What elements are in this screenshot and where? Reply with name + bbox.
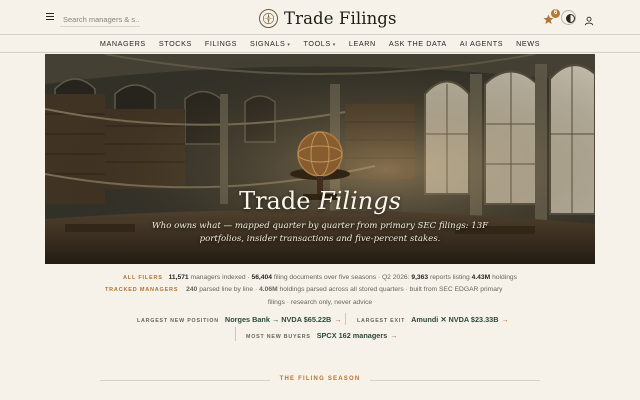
movers-panel: LARGEST NEW POSITION Norges Bank → NVDA $… bbox=[0, 313, 640, 343]
main-nav: MANAGERS STOCKS FILINGS SIGNALS ▾ TOOLS ▾ LEARN… bbox=[0, 34, 640, 53]
nav-item-ask-the-data[interactable]: ASK THE DATA bbox=[389, 39, 447, 48]
largest-new-position[interactable]: LARGEST NEW POSITION Norges Bank → NVDA $… bbox=[137, 315, 342, 324]
search-input[interactable] bbox=[60, 11, 140, 24]
nav-item-news[interactable]: NEWS bbox=[516, 39, 540, 48]
search-box[interactable] bbox=[60, 9, 140, 27]
nav-item-tools[interactable]: TOOLS ▾ bbox=[304, 39, 336, 48]
compass-icon bbox=[259, 8, 278, 28]
filing-season-title: THE FILING SEASON bbox=[279, 376, 361, 382]
site-logo[interactable]: Trade Filings bbox=[259, 8, 397, 28]
nav-item-signals[interactable]: SIGNALS ▾ bbox=[250, 39, 290, 48]
most-new-buyers[interactable]: MOST NEW BUYERS SPCX 162 managers → bbox=[246, 331, 398, 340]
stats-row-all-filers: ALL FILERS 11,571 managers indexed · 56,… bbox=[123, 274, 517, 281]
nav-item-managers[interactable]: MANAGERS bbox=[100, 39, 146, 48]
hero-subtitle: Who owns what — mapped quarter by quarte… bbox=[151, 221, 489, 244]
all-filers-label: ALL FILERS bbox=[123, 275, 163, 281]
hero-banner: Trade Filings Who owns what — mapped qua… bbox=[45, 54, 595, 264]
site-header: Trade Filings 6 bbox=[0, 0, 640, 34]
nav-item-learn[interactable]: LEARN bbox=[349, 39, 376, 48]
hero-title: Trade Filings bbox=[239, 187, 401, 215]
filing-season-header: THE FILING SEASON bbox=[0, 375, 640, 387]
notification-badge: 6 bbox=[551, 9, 560, 18]
theme-toggle-icon[interactable] bbox=[561, 10, 576, 25]
tracked-managers-label: TRACKED MANAGERS bbox=[105, 287, 179, 293]
logo-text: Trade Filings bbox=[284, 8, 397, 28]
divider bbox=[235, 327, 236, 341]
menu-icon[interactable] bbox=[46, 13, 54, 21]
chevron-down-icon: ▾ bbox=[287, 42, 291, 48]
user-icon[interactable] bbox=[584, 13, 594, 26]
largest-exit[interactable]: LARGEST EXIT Amundi ✕ NVDA $23.33B → bbox=[357, 315, 509, 324]
tracked-tail: filings · research only, never advice bbox=[267, 298, 373, 306]
nav-item-ai-agents[interactable]: AI AGENTS bbox=[460, 39, 503, 48]
chevron-down-icon: ▾ bbox=[332, 42, 336, 48]
nav-item-stocks[interactable]: STOCKS bbox=[159, 39, 192, 48]
divider bbox=[345, 313, 346, 325]
stats-row-tracked: TRACKED MANAGERS 240 parsed line by line… bbox=[105, 284, 535, 309]
nav-item-filings[interactable]: FILINGS bbox=[205, 39, 237, 48]
